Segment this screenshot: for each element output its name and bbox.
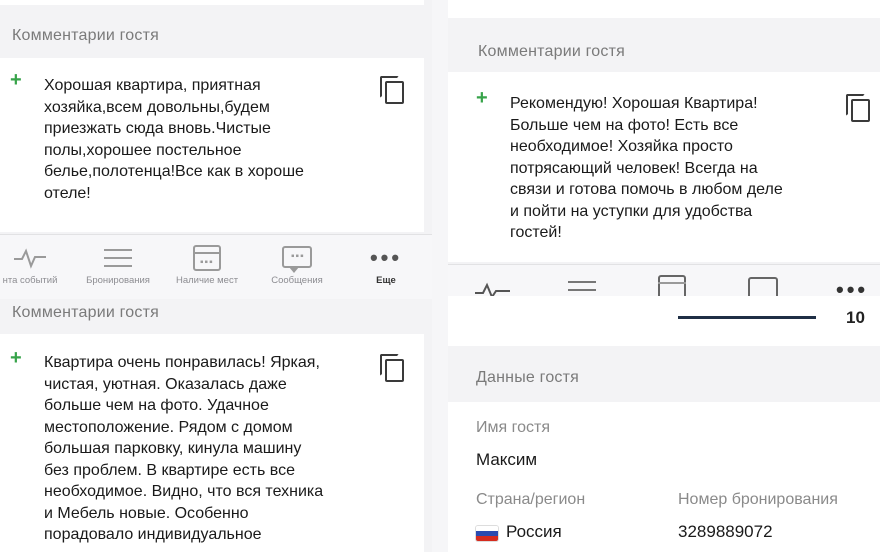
comment-text: Рекомендую! Хорошая Квартира! Больше чем… <box>510 95 783 241</box>
section-title: Комментарии гостя <box>12 27 159 44</box>
country-value: Россия <box>506 522 562 541</box>
calendar-icon[interactable] <box>658 275 686 297</box>
comment-card: + Рекомендую! Хорошая Квартира! Больше ч… <box>448 72 880 262</box>
guest-name: Максим <box>476 450 538 469</box>
calendar-icon: ▪▪▪ <box>193 245 221 271</box>
section-title: Комментарии гостя <box>478 43 625 60</box>
tab-label: Сообщения <box>271 275 323 286</box>
comment-text: Квартира очень понравилась! Яркая, чиста… <box>44 354 324 543</box>
plus-icon: + <box>476 87 488 109</box>
tab-label: Наличие мест <box>175 275 239 286</box>
activity-icon <box>14 248 46 269</box>
progress-row: 10 <box>448 296 880 346</box>
panel-divider <box>432 0 448 552</box>
plus-icon: + <box>10 347 22 369</box>
top-card-remnant <box>0 0 424 5</box>
section-title: Комментарии гостя <box>12 304 159 321</box>
more-icon[interactable]: ••• <box>836 279 868 298</box>
booking-number-label: Номер бронирования <box>678 491 838 508</box>
more-icon: ••• <box>369 245 403 270</box>
country-label: Страна/регион <box>476 491 586 508</box>
comment-card: + Хорошая квартира, приятная хозяйка,все… <box>0 58 424 232</box>
right-panel: Комментарии гостя + Рекомендую! Хорошая … <box>448 0 880 552</box>
message-icon[interactable] <box>748 277 778 297</box>
activity-icon[interactable] <box>474 279 514 297</box>
message-icon: ▪▪▪ <box>282 246 312 273</box>
copy-icon[interactable] <box>846 94 870 122</box>
comment-text: Хорошая квартира, приятная хозяйка,всем … <box>44 77 304 202</box>
list-icon[interactable] <box>568 281 596 297</box>
booking-number[interactable]: 3289889072 <box>678 522 773 542</box>
tab-bar-partial: ••• <box>448 264 880 297</box>
russia-flag-icon <box>476 526 498 541</box>
copy-icon[interactable] <box>380 76 404 104</box>
tab-label: Бронирования <box>86 275 150 286</box>
plus-icon: + <box>10 69 22 91</box>
tab-label: Еще <box>376 275 396 286</box>
list-icon <box>104 249 132 273</box>
progress-value: 10 <box>846 308 865 327</box>
guest-name-label: Имя гостя <box>476 419 550 436</box>
tab-bar: нта событий Бронирования ▪▪▪ Наличие мес… <box>0 234 432 299</box>
progress-bar <box>678 316 816 319</box>
guest-details-card: Имя гостя Максим Страна/регион Россия Но… <box>448 402 880 552</box>
top-card-remnant <box>448 0 880 18</box>
comment-card: + Квартира очень понравилась! Яркая, чис… <box>0 334 424 552</box>
left-panel: Комментарии гостя + Хорошая квартира, пр… <box>0 0 432 552</box>
tab-label: нта событий <box>2 275 58 286</box>
copy-icon[interactable] <box>380 354 404 382</box>
section-title: Данные гостя <box>476 369 580 386</box>
